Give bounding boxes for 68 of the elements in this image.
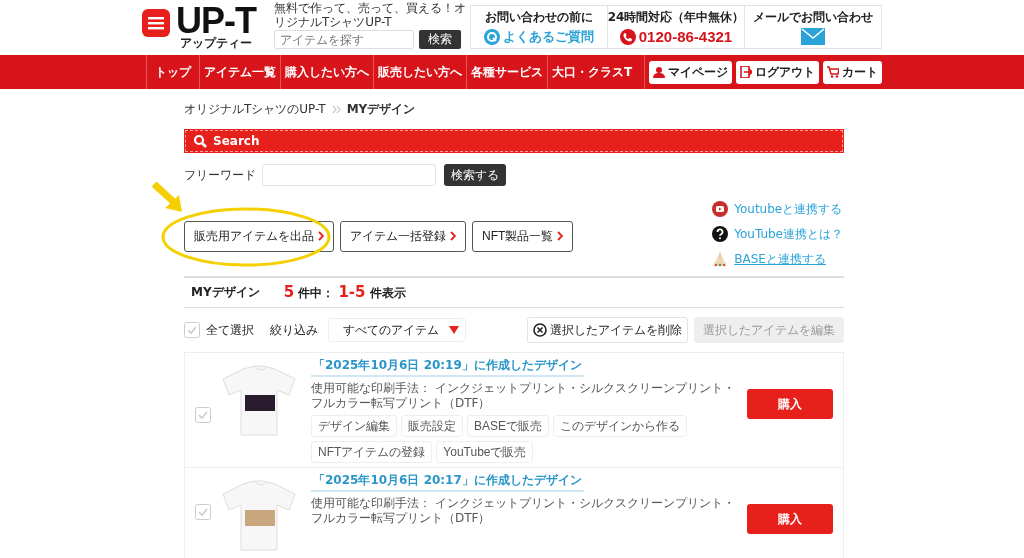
tagline: 無料で作って、売って、買える！オリジナルTシャツUP-T [274,1,466,29]
chevron-icon [318,231,324,241]
question-icon [484,28,500,45]
contact-caption: メールでお問い合わせ [753,9,873,26]
search-field[interactable]: アイテムを探す [274,30,414,49]
checkbox[interactable] [184,322,200,338]
buy-button[interactable]: 購入 [747,504,833,534]
checkbox[interactable] [195,504,211,520]
design-action-button[interactable]: BASEで販売 [467,415,549,437]
action-button[interactable]: NFT製品一覧 [472,220,574,252]
design-action-button[interactable]: このデザインから作る [553,415,687,437]
phone-icon [619,28,636,45]
mail-icon [801,28,825,45]
print-methods: 使用可能な印刷手法： インクジェットプリント・シルクスクリーンプリント・フルカラー転写プリント（DTF） [311,381,736,411]
phone-number[interactable]: 0120-86-4321 [638,28,733,45]
delete-selected-button[interactable]: 選択したアイテムを削除 [527,317,688,343]
logo[interactable]: UP-T [176,6,256,36]
cart-icon [827,66,839,78]
breadcrumb-link[interactable]: オリジナルTシャツのUP-T [184,101,326,118]
print-methods: 使用可能な印刷手法： インクジェットプリント・シルクスクリーンプリント・フルカラー転写プリント（DTF） [311,496,736,526]
nav-button[interactable]: ログアウト [736,60,819,84]
dropdown-arrow-icon [449,326,459,334]
nav-link[interactable]: 購入したい方へ [280,55,373,89]
list-title: MYデザイン [191,284,260,301]
nav-link[interactable]: 各種サービス [466,55,547,89]
chevron-icon [450,231,456,241]
logo-reading: アップティー [180,37,252,50]
buy-button[interactable]: 購入 [747,389,833,419]
filter-label: 絞り込み [270,321,318,339]
result-count: 5 件中： 1-5 件表示 [283,283,406,302]
contact-box[interactable]: お問い合わせの前に よくあるご質問 [471,6,607,48]
logout-icon [740,66,752,78]
breadcrumb-current: MYデザイン [346,101,416,118]
contact-box[interactable]: メールでお問い合わせ [744,6,881,48]
chevron-icon [557,231,564,241]
youtube-icon [712,201,729,217]
menu-icon [142,9,170,37]
action-button[interactable]: アイテム一括登録 [340,220,466,252]
action-button[interactable]: 販売用アイテムを出品 [184,220,334,252]
design-action-button[interactable]: デザイン編集 [311,415,397,437]
contact-box[interactable]: 24時間対応（年中無休） 0120-86-4321 [607,6,744,48]
design-action-button[interactable]: YouTubeで販売 [436,441,534,463]
close-icon [533,323,547,337]
select-all-label: 全て選択 [206,321,254,339]
user-icon [653,66,665,78]
nav-link[interactable]: 大口・クラスT [547,55,637,89]
design-action-button[interactable]: NFTアイテムの登録 [311,441,433,463]
nav-link[interactable]: トップ [146,55,199,89]
nav-button[interactable]: マイページ [649,60,732,84]
help-icon [712,226,729,242]
checkbox[interactable] [195,407,211,423]
search-icon [194,134,207,148]
contact-caption: 24時間対応（年中無休） [607,9,745,26]
nav-button[interactable]: カート [823,60,882,84]
nav-link[interactable]: アイテム一覧 [199,55,280,89]
search-submit-button[interactable]: 検索する [444,164,506,186]
free-word-label: フリーワード [184,166,256,184]
free-word-field[interactable] [262,164,436,186]
nav-link[interactable]: 販売したい方へ [373,55,466,89]
search-title: Search [213,134,260,148]
edit-selected-button: 選択したアイテムを編集 [694,317,844,343]
design-action-button[interactable]: 販売設定 [401,415,463,437]
chevron-icon [331,105,341,114]
search-button[interactable]: 検索 [419,30,461,49]
tent-icon [712,251,729,267]
contact-caption: お問い合わせの前に [485,8,593,26]
annotation-arrow [152,182,182,212]
filter-dropdown[interactable]: すべてのアイテム [328,318,466,342]
